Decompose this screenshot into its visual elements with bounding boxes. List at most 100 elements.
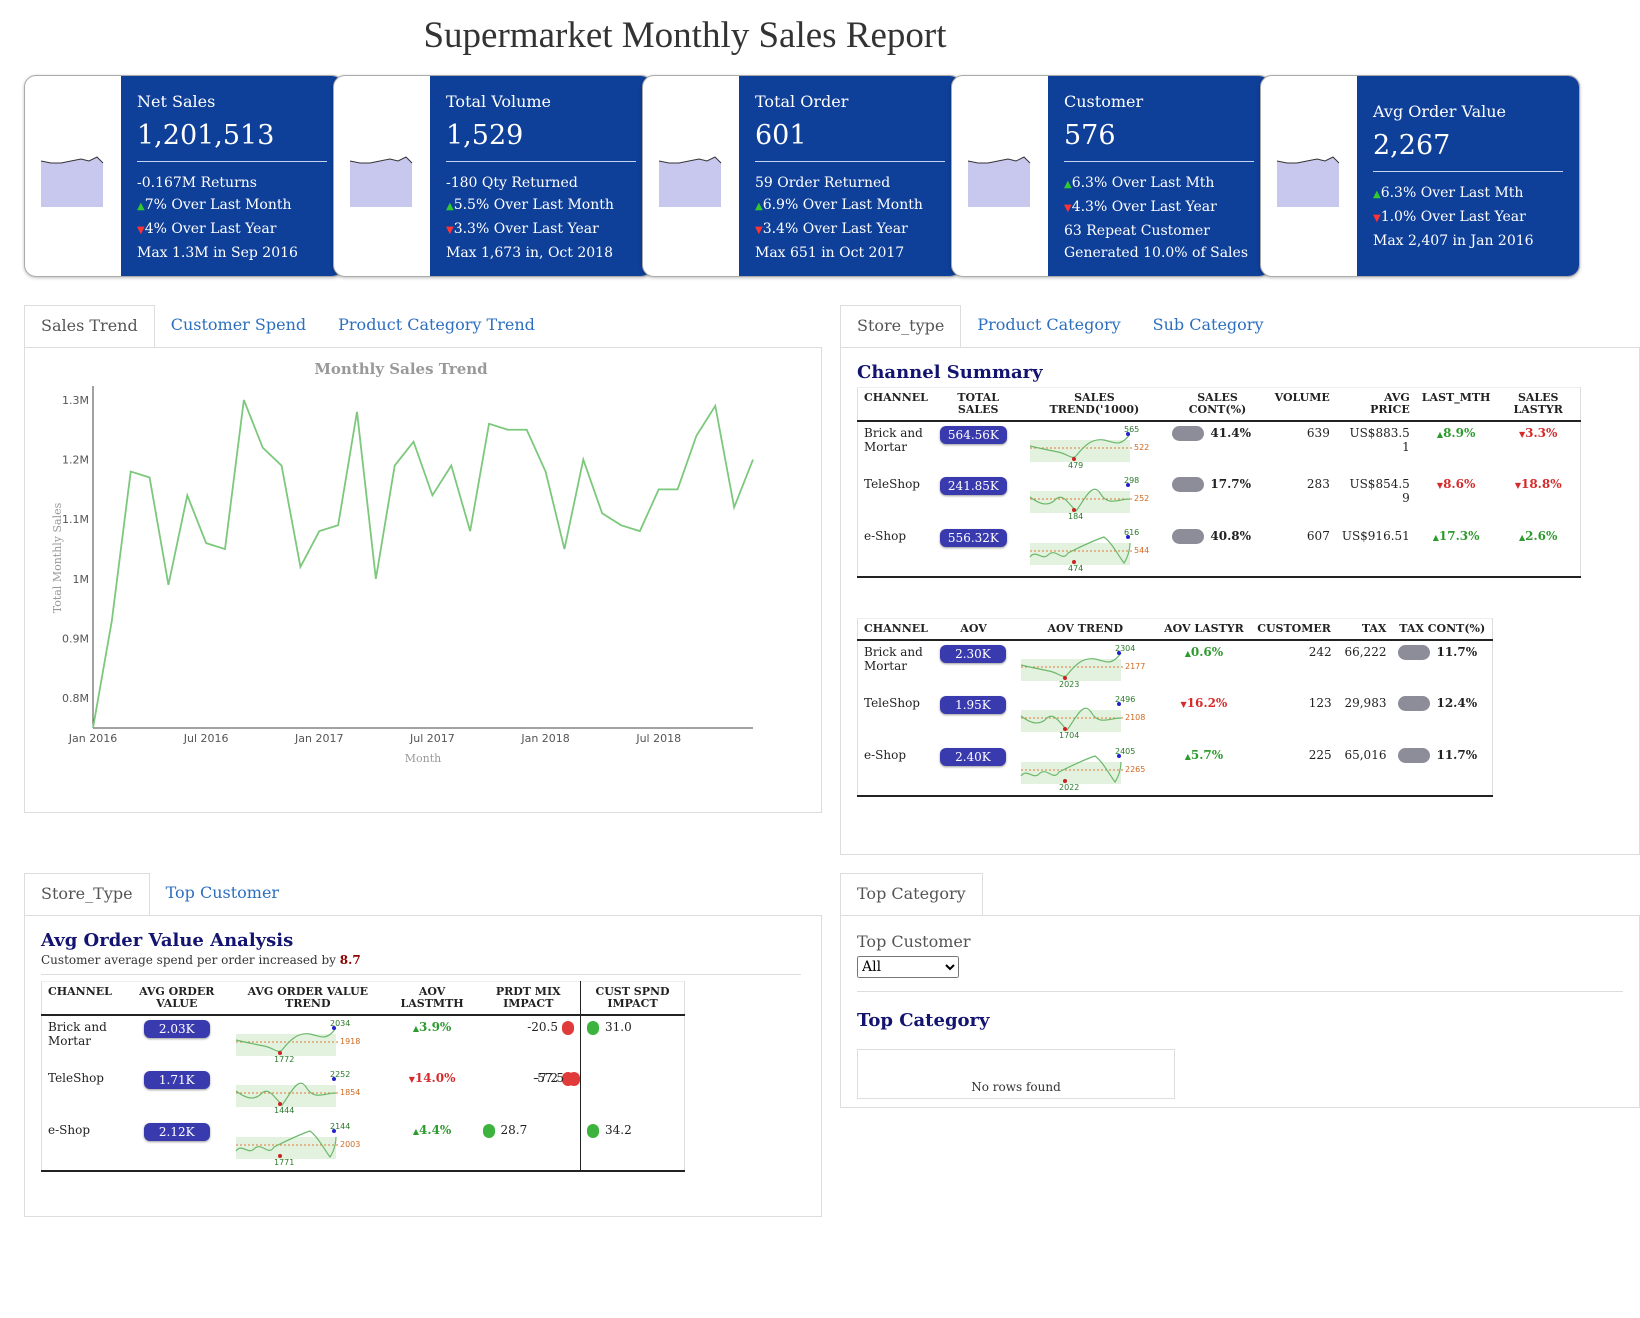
kpi-value: 576 xyxy=(1064,120,1254,162)
kpi-line-text: 4.3% Over Last Year xyxy=(1071,199,1217,215)
aov-cell: 2.40K xyxy=(934,744,1013,796)
prdt-mix-cell: -20.5 xyxy=(476,1015,581,1067)
positive-impact-dot xyxy=(482,1123,495,1138)
aov-pill: 1.95K xyxy=(939,696,1006,714)
sales-cont-cell: 17.7% xyxy=(1166,473,1268,525)
sparkline-band xyxy=(1021,710,1122,732)
aov-tabs: Store_Type Top Customer xyxy=(24,873,296,916)
tab-product-category-trend[interactable]: Product Category Trend xyxy=(322,305,551,347)
change-value: ▲5.7% xyxy=(1185,748,1223,762)
y-tick-label: 0.8M xyxy=(62,692,89,705)
kpi-line: ▼4% Over Last Year xyxy=(137,218,327,242)
change-value: ▼18.8% xyxy=(1515,477,1562,491)
aov-lastyr-cell: ▼16.2% xyxy=(1157,692,1250,744)
aov-trend-cell: 2496 1704 2108 xyxy=(1013,692,1157,744)
kpi-body: Total Order 601 59 Order Returned ▲6.9% Ove… xyxy=(739,76,961,276)
aov-panel: Store_Type Top Customer Avg Order Value A… xyxy=(24,873,822,1217)
sparkline-last-label: 1918 xyxy=(340,1037,360,1046)
sparkline-min-label: 1704 xyxy=(1059,731,1079,738)
column-header: AOV LASTYR xyxy=(1157,618,1251,641)
tab-sub-category[interactable]: Sub Category xyxy=(1137,305,1280,347)
kpi-row: Net Sales 1,201,513 -0.167M Returns ▲7% Ove… xyxy=(24,75,1640,277)
kpi-line: ▲6.9% Over Last Month xyxy=(755,194,945,218)
column-header: AVG PRICE xyxy=(1335,387,1416,422)
avg-price-value: US$883.5 1 xyxy=(1349,426,1410,454)
cust-spnd-cell: 34.2 xyxy=(580,1119,685,1171)
tab-top-category[interactable]: Top Category xyxy=(840,873,983,916)
kpi-card: Customer 576 ▲6.3% Over Last Mth ▼4.3% Over… xyxy=(951,75,1271,277)
prdt-mix-value: 28.7 xyxy=(500,1123,528,1137)
sales-cont-cell: 41.4% xyxy=(1166,421,1268,473)
aov-cell: 2.30K xyxy=(934,640,1013,692)
tab-product-category[interactable]: Product Category xyxy=(961,305,1136,347)
table-row: TeleShop 1.71K 2252 1444 1854 ▼14.0% -7.2 -57.5 xyxy=(42,1067,685,1119)
cust-spnd-value: -57.5 xyxy=(533,1071,564,1085)
sparkline-last-label: 2108 xyxy=(1125,713,1145,722)
aov-table: CHANNEL AVG ORDER VALUE AVG ORDER VALUE TR… xyxy=(41,981,685,1172)
kpi-line-text: 6.3% Over Last Mth xyxy=(1071,175,1215,191)
channel-summary-table: CHANNEL TOTAL SALES SALES TREND('1000) SALE… xyxy=(857,387,1581,578)
lastyr-cell: ▲2.6% xyxy=(1496,525,1580,577)
kpi-lines: 59 Order Returned ▲6.9% Over Last Month ▼3… xyxy=(755,172,945,264)
sparkline-max-label: 2304 xyxy=(1115,645,1135,653)
sparkline-chart: 2405 2022 2265 xyxy=(1020,748,1146,790)
tab-top-customer[interactable]: Top Customer xyxy=(150,873,296,915)
column-header: CUSTOMER xyxy=(1250,618,1338,641)
sparkline-chart: 2304 2023 2177 xyxy=(1021,645,1146,687)
sparkline-last-label: 522 xyxy=(1134,443,1149,452)
table-header-row: CHANNEL TOTAL SALES SALES TREND('1000) SALE… xyxy=(857,387,1581,422)
contribution-bar xyxy=(1172,477,1205,492)
tax-cont-value: 11.7% xyxy=(1436,645,1478,659)
kpi-line: Generated 10.0% of Sales xyxy=(1064,242,1254,264)
tax-cont-cell: 11.7% xyxy=(1392,640,1492,692)
kpi-line: ▲7% Over Last Month xyxy=(137,194,327,218)
sales-trend-content: Monthly Sales Trend 1.3M 1.2M 1.1M 1M 0.9M 0.8… xyxy=(24,347,822,813)
change-text: 17.3% xyxy=(1438,529,1480,543)
sales-trend-tabs: Sales Trend Customer Spend Product Categor… xyxy=(24,305,551,348)
sales-trend-line xyxy=(92,399,754,729)
tab-store-type[interactable]: Store_type xyxy=(840,305,962,348)
change-text: 14.0% xyxy=(414,1071,456,1085)
aov-trend-cell: 2405 2022 2265 xyxy=(1013,744,1157,796)
channel-name: Brick and Mortar xyxy=(864,645,923,673)
negative-impact-dot xyxy=(562,1020,574,1035)
kpi-card: Avg Order Value 2,267 ▲6.3% Over Last Mth ▼… xyxy=(1260,75,1580,277)
aov-pill: 2.12K xyxy=(143,1123,210,1141)
sparkline-max-label: 2144 xyxy=(330,1123,350,1131)
total-sales-pill: 564.56K xyxy=(939,426,1007,444)
aov-trend-cell: 2304 2023 2177 xyxy=(1013,640,1157,692)
kpi-line-text: 1.0% Over Last Year xyxy=(1380,209,1526,225)
table-header-row: CHANNEL AOV AOV TREND AOV LASTYR CUSTOMER TAX… xyxy=(857,618,1493,641)
kpi-sparkline xyxy=(1275,151,1341,207)
sparkline-max-label: 2496 xyxy=(1115,696,1135,704)
tab-sales-trend[interactable]: Sales Trend xyxy=(24,305,155,348)
y-axis-title: Total Monthly Sales xyxy=(51,502,64,613)
change-text: 8.9% xyxy=(1443,426,1476,440)
aov-trend-cell: 2252 1444 1854 xyxy=(228,1067,388,1119)
aov-pill: 1.71K xyxy=(143,1071,210,1089)
kpi-line-text: Max 651 in Oct 2017 xyxy=(755,245,905,261)
kpi-line: ▼1.0% Over Last Year xyxy=(1373,206,1563,230)
kpi-line-text: 5.5% Over Last Month xyxy=(453,197,614,213)
top-category-content: Top Customer All Top Category No rows fo… xyxy=(840,915,1640,1108)
kpi-label: Avg Order Value xyxy=(1373,102,1506,121)
tab-customer-spend[interactable]: Customer Spend xyxy=(155,305,322,347)
change-value: ▼3.3% xyxy=(1519,426,1557,440)
kpi-line-text: 59 Order Returned xyxy=(755,175,891,191)
y-tick-label: 1.2M xyxy=(62,454,89,467)
channel-name: e-Shop xyxy=(864,748,907,762)
top-customer-select[interactable]: All xyxy=(857,956,959,978)
column-header: PRDT MIX IMPACT xyxy=(476,981,581,1016)
sparkline-min-label: 2022 xyxy=(1059,783,1079,790)
table-row: TeleShop 1.95K 2496 1704 2108 ▼16.2% 123 29,983… xyxy=(858,692,1493,744)
column-header: CHANNEL xyxy=(857,618,934,641)
change-text: 3.9% xyxy=(419,1020,452,1034)
kpi-line-text: -0.167M Returns xyxy=(137,175,257,191)
x-axis-title: Month xyxy=(405,752,441,765)
channel-name: TeleShop xyxy=(864,477,920,491)
column-header: CHANNEL xyxy=(857,387,934,422)
column-header: SALES CONT(%) xyxy=(1166,387,1269,422)
total-sales-pill: 241.85K xyxy=(939,477,1007,495)
column-header: CUST SPND IMPACT xyxy=(580,981,685,1016)
tab-store-type[interactable]: Store_Type xyxy=(24,873,150,916)
